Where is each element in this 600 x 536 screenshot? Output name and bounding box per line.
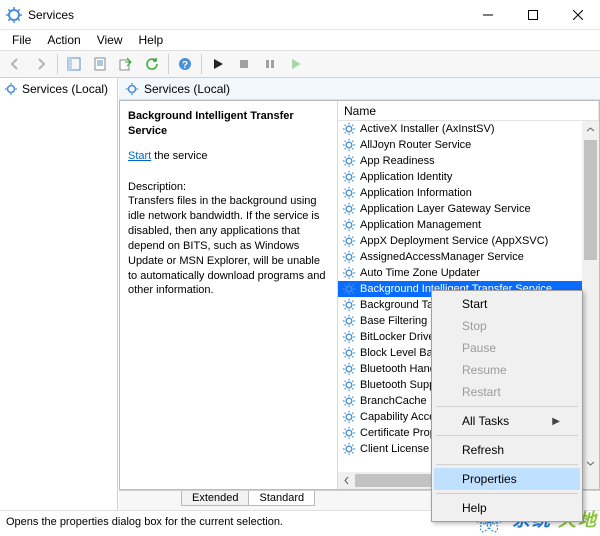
ctx-sep: [436, 493, 578, 494]
window-title: Services: [28, 8, 465, 22]
ctx-sep: [436, 435, 578, 436]
scroll-down-button[interactable]: [582, 455, 599, 472]
menu-file[interactable]: File: [4, 32, 39, 48]
ctx-help[interactable]: Help: [434, 497, 580, 519]
menubar: File Action View Help: [0, 30, 600, 50]
export-button[interactable]: [114, 53, 138, 75]
back-button: [3, 53, 27, 75]
start-link[interactable]: Start: [128, 150, 151, 162]
services-icon: [125, 82, 139, 96]
vertical-scrollbar[interactable]: [582, 121, 599, 472]
ctx-restart: Restart: [434, 381, 580, 403]
service-row[interactable]: AppX Deployment Service (AppXSVC): [338, 233, 599, 249]
ctx-start-label: Start: [462, 297, 487, 311]
refresh-button[interactable]: [140, 53, 164, 75]
toolbar-separator: [201, 54, 202, 74]
vertical-thumb[interactable]: [584, 140, 597, 260]
ctx-start[interactable]: Start: [434, 293, 580, 315]
menu-action[interactable]: Action: [39, 32, 88, 48]
tab-standard[interactable]: Standard: [248, 491, 315, 506]
svg-text:?: ?: [182, 60, 188, 71]
detail-description: Transfers files in the background using …: [128, 194, 329, 298]
service-row[interactable]: AllJoyn Router Service: [338, 137, 599, 153]
right-header-label: Services (Local): [144, 82, 230, 96]
ctx-stop: Stop: [434, 315, 580, 337]
service-row[interactable]: AssignedAccessManager Service: [338, 249, 599, 265]
column-header-row: Name: [338, 101, 599, 121]
tree-root-item[interactable]: Services (Local): [0, 78, 117, 100]
maximize-button[interactable]: [510, 0, 555, 30]
tree-root-label: Services (Local): [22, 82, 108, 96]
scroll-left-button[interactable]: [338, 472, 355, 489]
ctx-sep: [436, 406, 578, 407]
service-row[interactable]: Application Layer Gateway Service: [338, 201, 599, 217]
tab-extended[interactable]: Extended: [181, 491, 249, 506]
chevron-right-icon: ▶: [552, 416, 560, 427]
service-name: Auto Time Zone Updater: [360, 267, 480, 279]
ctx-restart-label: Restart: [462, 385, 501, 399]
service-name: Application Identity: [360, 171, 452, 183]
ctx-properties[interactable]: Properties: [434, 468, 580, 490]
ctx-resume-label: Resume: [462, 363, 507, 377]
stop-service-button: [232, 53, 256, 75]
tree-panel: Services (Local): [0, 78, 118, 510]
detail-desc-heading: Description:: [128, 180, 329, 195]
service-row[interactable]: ActiveX Installer (AxInstSV): [338, 121, 599, 137]
service-row[interactable]: Application Management: [338, 217, 599, 233]
minimize-button[interactable]: [465, 0, 510, 30]
scroll-up-button[interactable]: [582, 121, 599, 138]
right-header: Services (Local): [119, 78, 600, 100]
close-button[interactable]: [555, 0, 600, 30]
detail-start-row: Start the service: [128, 149, 329, 164]
service-name: AppX Deployment Service (AppXSVC): [360, 235, 548, 247]
detail-panel: Background Intelligent Transfer Service …: [120, 101, 338, 489]
service-row[interactable]: Application Identity: [338, 169, 599, 185]
ctx-properties-label: Properties: [462, 472, 517, 486]
ctx-pause: Pause: [434, 337, 580, 359]
help-button[interactable]: ?: [173, 53, 197, 75]
restart-service-button: [284, 53, 308, 75]
service-name: Application Layer Gateway Service: [360, 203, 531, 215]
services-icon: [6, 7, 22, 23]
ctx-all-tasks[interactable]: All Tasks ▶: [434, 410, 580, 432]
detail-service-name: Background Intelligent Transfer Service: [128, 109, 329, 139]
toolbar-separator: [168, 54, 169, 74]
service-name: Application Management: [360, 219, 481, 231]
show-hide-tree-button[interactable]: [62, 53, 86, 75]
services-icon: [4, 82, 18, 96]
ctx-refresh-label: Refresh: [462, 443, 504, 457]
ctx-refresh[interactable]: Refresh: [434, 439, 580, 461]
service-name: BranchCache: [360, 395, 427, 407]
ctx-help-label: Help: [462, 501, 487, 515]
service-row[interactable]: Application Information: [338, 185, 599, 201]
pause-service-button: [258, 53, 282, 75]
properties-button[interactable]: [88, 53, 112, 75]
service-name: AllJoyn Router Service: [360, 139, 471, 151]
service-name: ActiveX Installer (AxInstSV): [360, 123, 495, 135]
ctx-resume: Resume: [434, 359, 580, 381]
menu-view[interactable]: View: [89, 32, 131, 48]
ctx-stop-label: Stop: [462, 319, 487, 333]
scroll-corner: [582, 472, 599, 489]
forward-button: [29, 53, 53, 75]
toolbar: ?: [0, 50, 600, 78]
start-service-button[interactable]: [206, 53, 230, 75]
service-row[interactable]: App Readiness: [338, 153, 599, 169]
start-text: the service: [151, 150, 207, 162]
ctx-pause-label: Pause: [462, 341, 496, 355]
column-name[interactable]: Name: [338, 101, 599, 120]
menu-help[interactable]: Help: [131, 32, 172, 48]
context-menu: Start Stop Pause Resume Restart All Task…: [431, 290, 583, 522]
status-text: Opens the properties dialog box for the …: [6, 516, 283, 528]
service-name: App Readiness: [360, 155, 435, 167]
ctx-sep: [436, 464, 578, 465]
ctx-all-tasks-label: All Tasks: [462, 414, 509, 428]
service-row[interactable]: Auto Time Zone Updater: [338, 265, 599, 281]
service-name: Application Information: [360, 187, 472, 199]
titlebar: Services: [0, 0, 600, 30]
toolbar-separator: [57, 54, 58, 74]
service-name: AssignedAccessManager Service: [360, 251, 524, 263]
